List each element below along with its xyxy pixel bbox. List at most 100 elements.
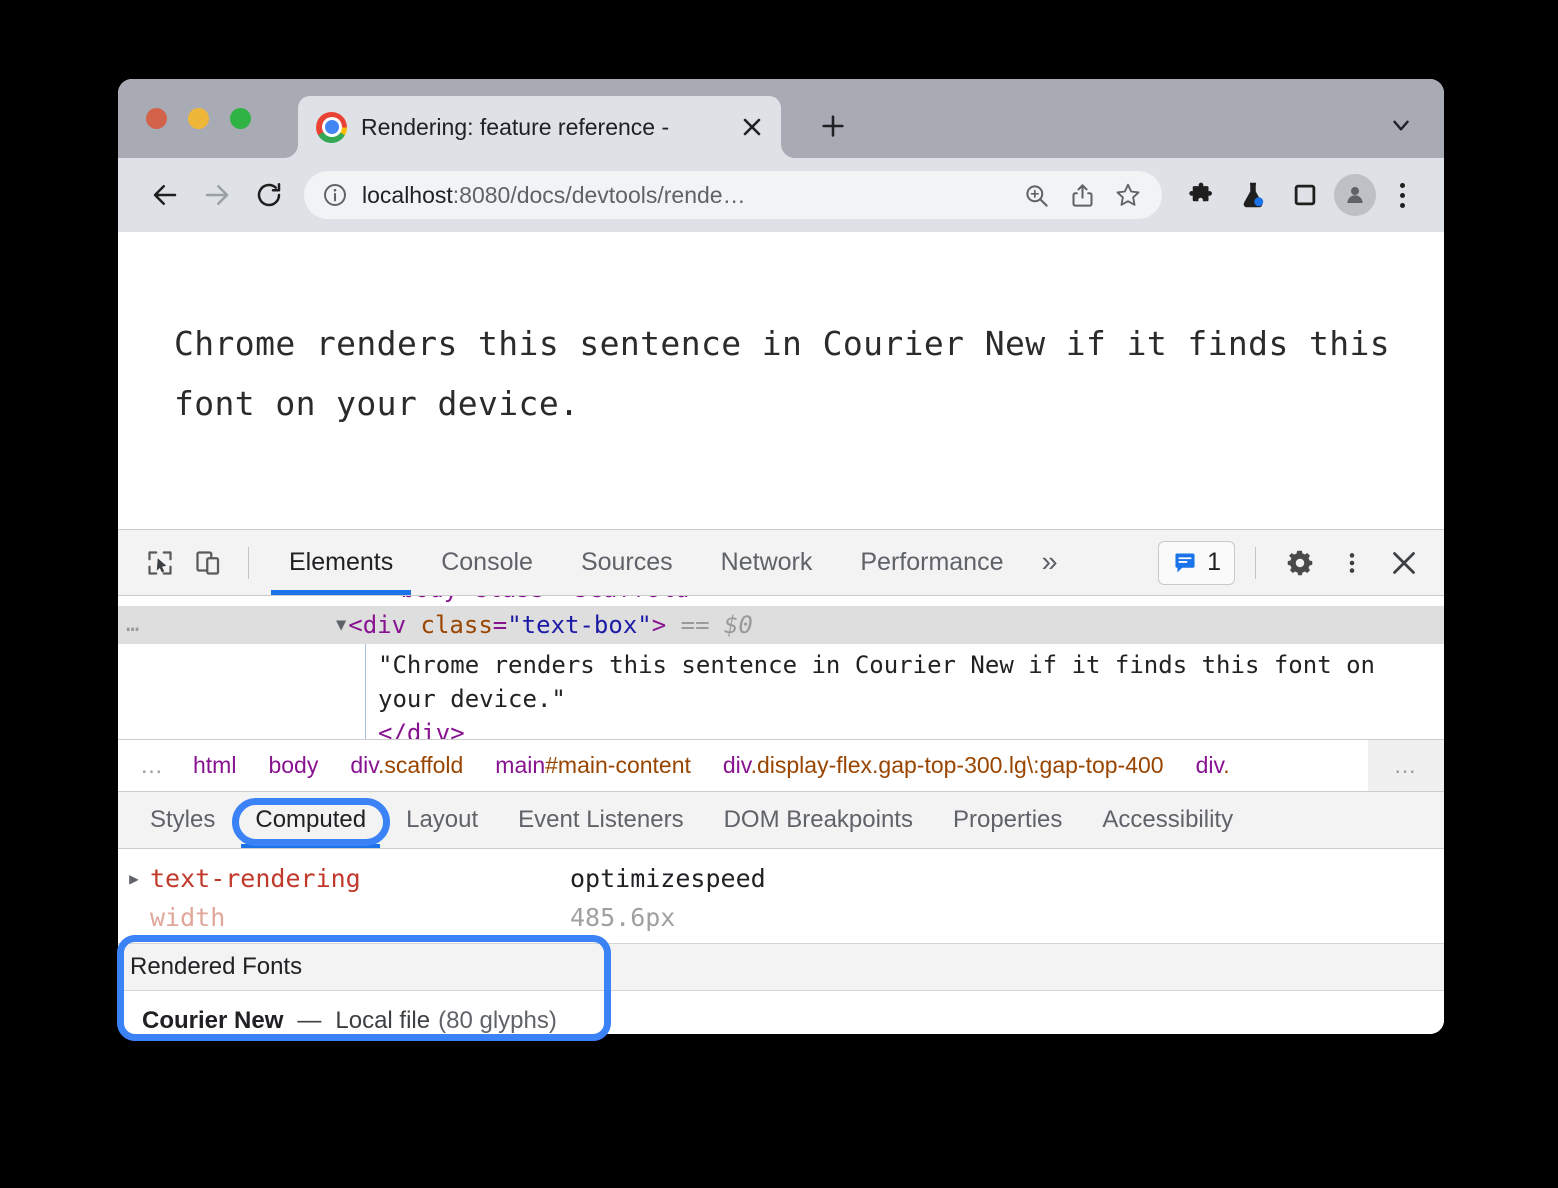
rendered-fonts-section: Rendered Fonts Courier New — Local file …: [118, 943, 1444, 1034]
tab-sources[interactable]: Sources: [557, 530, 697, 595]
breadcrumb-tag: div: [1196, 752, 1224, 778]
tab-dom-breakpoints[interactable]: DOM Breakpoints: [704, 792, 933, 848]
dom-indent-guide: [365, 644, 366, 739]
star-icon[interactable]: [1108, 175, 1148, 215]
gear-icon[interactable]: [1276, 539, 1324, 587]
breadcrumb-right-ellipsis[interactable]: …: [1368, 740, 1444, 791]
rendered-font-row: Courier New — Local file (80 glyphs): [118, 991, 1444, 1034]
breadcrumb-left-ellipsis[interactable]: …: [118, 752, 177, 779]
breadcrumb-item-div-flex[interactable]: div.display-flex.gap-top-300.lg\:gap-top…: [707, 752, 1180, 779]
url-path: :8080/docs/devtools/rende…: [453, 182, 746, 208]
expand-arrow-icon[interactable]: ▶: [118, 869, 150, 888]
browser-toolbar: localhost:8080/docs/devtools/rende…: [118, 158, 1444, 232]
tab-event-listeners[interactable]: Event Listeners: [498, 792, 703, 848]
tab-performance[interactable]: Performance: [836, 530, 1027, 595]
breadcrumb: … html body div.scaffold main#main-conte…: [118, 739, 1444, 791]
computed-property-name: width: [150, 903, 570, 932]
tab-computed[interactable]: Computed: [235, 792, 386, 848]
computed-property-value: 485.6px: [570, 903, 675, 932]
person-icon[interactable]: [1334, 174, 1376, 216]
url-host: localhost: [362, 182, 453, 208]
breadcrumb-item-main[interactable]: main#main-content: [479, 752, 707, 779]
browser-tab[interactable]: Rendering: feature reference -: [298, 96, 781, 158]
breadcrumb-class: .: [1223, 752, 1229, 778]
disclosure-triangle-icon[interactable]: ▼: [336, 608, 346, 642]
computed-property-row[interactable]: ▶ text-rendering optimizespeed: [118, 859, 1444, 898]
tab-strip: Rendering: feature reference -: [118, 79, 1444, 158]
close-window-button[interactable]: [146, 108, 167, 129]
toolbar-divider: [248, 547, 249, 579]
tab-elements[interactable]: Elements: [265, 530, 417, 595]
dom-children: "Chrome renders this sentence in Courier…: [118, 644, 1444, 739]
devtools-tab-list: Elements Console Sources Network Perform…: [265, 530, 1072, 595]
computed-property-row[interactable]: width 485.6px: [118, 898, 1444, 937]
issues-message-icon: [1172, 550, 1198, 576]
maximize-window-button[interactable]: [230, 108, 251, 129]
kebab-menu-icon[interactable]: [1382, 183, 1422, 208]
breadcrumb-items: html body div.scaffold main#main-content…: [177, 752, 1444, 779]
breadcrumb-class: .scaffold: [378, 752, 463, 778]
forward-arrow-icon[interactable]: [194, 172, 240, 218]
dom-partial-text: <body class="scaffold">: [386, 596, 718, 606]
page-sample-text: Chrome renders this sentence in Courier …: [174, 314, 1404, 434]
new-tab-button[interactable]: [815, 108, 851, 144]
address-bar[interactable]: localhost:8080/docs/devtools/rende…: [304, 171, 1162, 219]
tab-network[interactable]: Network: [697, 530, 837, 595]
side-panel-icon[interactable]: [1282, 172, 1328, 218]
chrome-browser-window: Rendering: feature reference -: [118, 79, 1444, 1034]
tab-properties[interactable]: Properties: [933, 792, 1082, 848]
devtools-panel: Elements Console Sources Network Perform…: [118, 529, 1444, 1034]
breadcrumb-item-div-last[interactable]: div.: [1180, 752, 1246, 779]
zoom-in-icon[interactable]: [1016, 175, 1056, 215]
dom-tree: <body class="scaffold"> … ▼ <div class="…: [118, 596, 1444, 739]
back-arrow-icon[interactable]: [142, 172, 188, 218]
dom-gutter-ellipsis[interactable]: …: [126, 608, 164, 642]
dom-row-selected[interactable]: … ▼ <div class="text-box"> == $0: [118, 606, 1444, 644]
rendered-font-name: Courier New: [142, 1007, 283, 1034]
devtools-toolbar: Elements Console Sources Network Perform…: [118, 529, 1444, 596]
rendered-fonts-header[interactable]: Rendered Fonts: [118, 943, 1444, 991]
flask-icon[interactable]: [1230, 172, 1276, 218]
chrome-logo-icon: [316, 112, 347, 143]
breadcrumb-tag: html: [193, 752, 236, 778]
minimize-window-button[interactable]: [188, 108, 209, 129]
share-icon[interactable]: [1062, 175, 1102, 215]
chevron-down-icon[interactable]: [1384, 108, 1418, 142]
breadcrumb-class: #main-content: [545, 752, 691, 778]
dom-attr-equals: =: [493, 611, 507, 639]
reload-icon[interactable]: [246, 172, 292, 218]
breadcrumb-tag: div: [723, 752, 751, 778]
breadcrumb-tag: div: [350, 752, 378, 778]
tab-accessibility[interactable]: Accessibility: [1082, 792, 1253, 848]
dom-closing-tag: </div>: [378, 716, 1444, 739]
close-icon[interactable]: [1380, 539, 1428, 587]
rendered-font-glyph-count: (80 glyphs): [438, 1007, 557, 1034]
tab-console[interactable]: Console: [417, 530, 557, 595]
puzzle-icon[interactable]: [1178, 172, 1224, 218]
computed-property-name: text-rendering: [150, 864, 570, 893]
device-toolbar-icon[interactable]: [184, 539, 232, 587]
dom-close-bracket: >: [652, 611, 666, 639]
screenshot-root: Rendering: feature reference -: [0, 0, 1558, 1188]
tab-layout[interactable]: Layout: [386, 792, 498, 848]
breadcrumb-item-html[interactable]: html: [177, 752, 252, 779]
tab-styles[interactable]: Styles: [130, 792, 235, 848]
more-tabs-icon[interactable]: »: [1027, 546, 1071, 579]
issues-button[interactable]: 1: [1158, 541, 1235, 585]
breadcrumb-class: .display-flex.gap-top-300.lg\:gap-top-40…: [751, 752, 1164, 778]
dom-attr-value: "text-box": [507, 611, 652, 639]
breadcrumb-tag: body: [268, 752, 318, 778]
inspect-cursor-icon[interactable]: [136, 539, 184, 587]
dom-row-partial: <body class="scaffold">: [118, 596, 1444, 606]
breadcrumb-item-div-scaffold[interactable]: div.scaffold: [334, 752, 479, 779]
breadcrumb-tag: main: [495, 752, 545, 778]
window-traffic-lights: [146, 108, 251, 129]
devtools-toolbar-right: 1: [1158, 539, 1428, 587]
breadcrumb-item-body[interactable]: body: [252, 752, 334, 779]
info-circle-icon[interactable]: [322, 182, 348, 208]
browser-tab-title: Rendering: feature reference -: [361, 114, 737, 141]
devtools-sidebar-tabs: Styles Computed Layout Event Listeners D…: [118, 791, 1444, 849]
kebab-menu-icon[interactable]: [1328, 539, 1376, 587]
dom-text-node[interactable]: "Chrome renders this sentence in Courier…: [378, 648, 1444, 716]
close-icon[interactable]: [737, 112, 767, 142]
